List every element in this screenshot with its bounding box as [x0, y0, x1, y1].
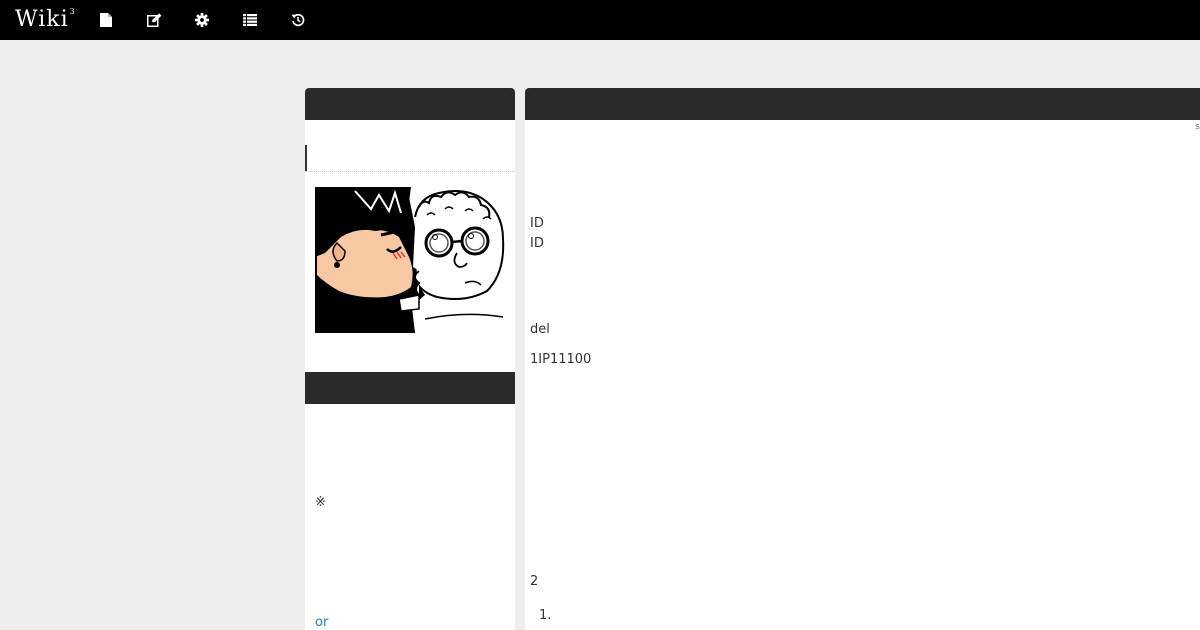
- main-panel-header: [525, 88, 1200, 120]
- clipped-edge-text: s: [1195, 122, 1200, 132]
- sidebar-link-or[interactable]: or: [315, 615, 328, 630]
- count-text: 2: [530, 574, 539, 589]
- main-content-panel: s ID ID del 1IP11100 2 1.: [525, 88, 1200, 630]
- wiki-logo[interactable]: Wiki 3: [15, 6, 76, 34]
- history-icon[interactable]: [288, 10, 308, 30]
- new-page-icon[interactable]: [96, 10, 116, 30]
- del-text: del: [530, 322, 550, 337]
- sidebar-panel-header: [305, 88, 515, 120]
- profile-divider: [305, 171, 515, 172]
- profile-image: [315, 187, 505, 333]
- list-icon[interactable]: [240, 10, 260, 30]
- note-mark: ※: [315, 495, 326, 510]
- logo-superscript: 3: [69, 7, 76, 16]
- list-item: 1.: [539, 608, 552, 623]
- ip-text: 1IP11100: [530, 352, 592, 367]
- id-label-2: ID: [530, 236, 544, 251]
- profile-accent-bar: [305, 145, 307, 171]
- comic-illustration: [315, 187, 505, 333]
- ordered-list: 1.: [539, 608, 551, 623]
- settings-icon[interactable]: [192, 10, 212, 30]
- sidebar-panel: ※ or: [305, 88, 515, 630]
- edit-icon[interactable]: [144, 10, 164, 30]
- logo-text: Wiki: [15, 7, 69, 32]
- sidebar-section-header: [305, 372, 515, 404]
- id-label-1: ID: [530, 216, 544, 231]
- top-navigation-bar: Wiki 3: [0, 0, 1200, 40]
